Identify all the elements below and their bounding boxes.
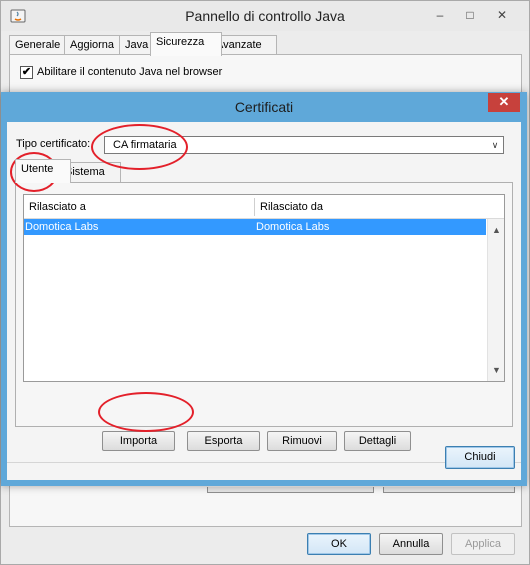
table-scrollbar[interactable]: ▲ ▼ (487, 219, 504, 381)
dialog-title: Certificati (234, 99, 294, 115)
table-row[interactable]: Domotica Labs Domotica Labs (24, 219, 486, 235)
certificate-type-value: CA firmataria (113, 139, 177, 151)
cell-issued-to: Domotica Labs (25, 221, 99, 233)
chevron-down-icon[interactable]: ∨ (488, 138, 502, 152)
export-button[interactable]: Esporta (187, 431, 260, 451)
cancel-button[interactable]: Annulla (379, 533, 443, 555)
minimize-button[interactable]: – (427, 6, 453, 24)
certificates-dialog: Certificati ✕ Tipo certificato: CA firma… (1, 92, 527, 486)
apply-button: Applica (451, 533, 515, 555)
close-window-button[interactable]: ✕ (489, 6, 515, 24)
certificate-type-select[interactable]: CA firmataria ∨ (104, 136, 504, 154)
import-button[interactable]: Importa (102, 431, 175, 451)
certificate-type-label: Tipo certificato: (16, 138, 91, 150)
table-header: Rilasciato a Rilasciato da (24, 195, 504, 219)
enable-java-checkbox[interactable]: ✔ (20, 66, 33, 79)
tab-sicurezza[interactable]: Sicurezza (150, 32, 222, 56)
certificates-table: Rilasciato a Rilasciato da Domotica Labs… (23, 194, 505, 382)
scroll-down-icon[interactable]: ▼ (488, 363, 505, 377)
column-header-issued-to[interactable]: Rilasciato a (24, 195, 254, 219)
column-header-issued-by[interactable]: Rilasciato da (255, 195, 487, 219)
divider (7, 462, 521, 463)
cell-issued-by: Domotica Labs (256, 221, 330, 233)
title-bar: Pannello di controllo Java – □ ✕ (1, 1, 529, 31)
tab-utente[interactable]: Utente (15, 159, 71, 183)
scroll-up-icon[interactable]: ▲ (488, 223, 505, 237)
dialog-content: Tipo certificato: CA firmataria ∨ Utente… (7, 122, 521, 480)
enable-java-label: Abilitare il contenuto Java nel browser (37, 66, 223, 78)
obscured-button (207, 487, 374, 493)
details-button[interactable]: Dettagli (344, 431, 411, 451)
dialog-close-button[interactable]: ✕ (488, 93, 520, 112)
maximize-button[interactable]: □ (457, 6, 483, 24)
ok-button[interactable]: OK (307, 533, 371, 555)
remove-button[interactable]: Rimuovi (267, 431, 337, 451)
obscured-button (383, 487, 515, 493)
close-dialog-button[interactable]: Chiudi (445, 446, 515, 469)
